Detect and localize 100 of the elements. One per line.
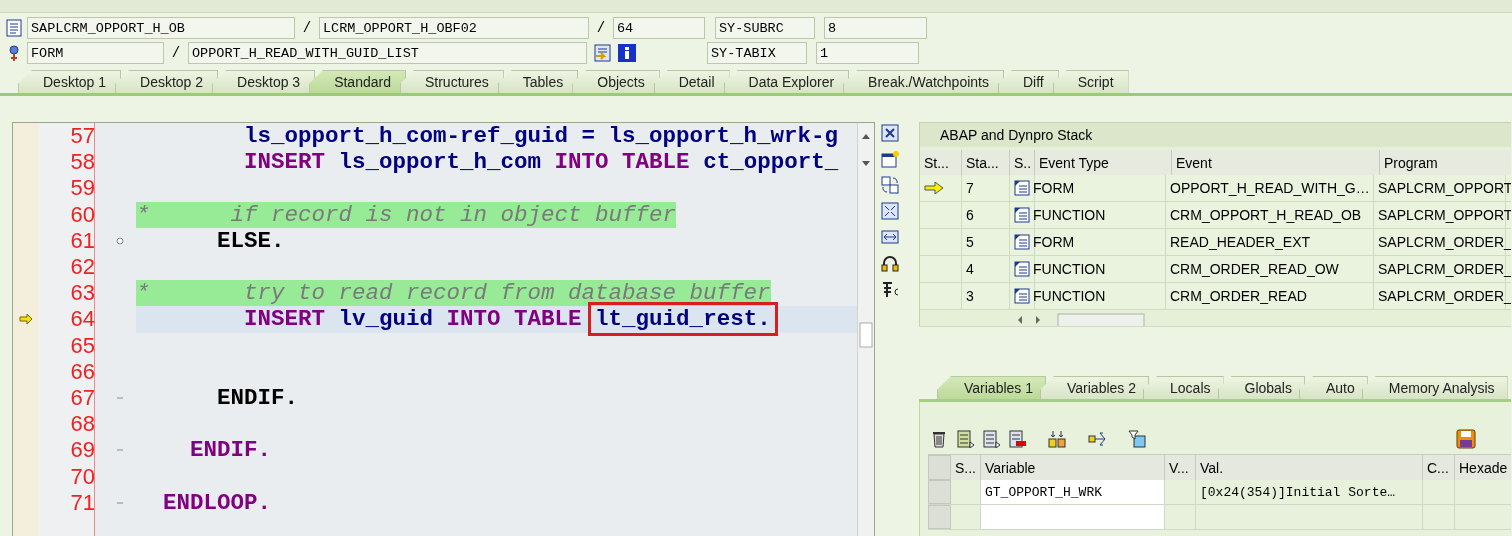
- tab[interactable]: Standard: [309, 70, 406, 93]
- line-number: 67: [70, 384, 95, 411]
- source-code-icon: [1014, 234, 1030, 250]
- system-field-name: SY-SUBRC: [715, 17, 815, 39]
- code-token: ls_opport_h_com: [338, 149, 543, 176]
- line-field: 64: [613, 17, 705, 39]
- tab[interactable]: Desktop 2: [115, 70, 219, 93]
- code-token: ls_opport_h_com-ref_guid = ls_opport_h_wrk-g: [243, 123, 839, 150]
- tab[interactable]: Structures: [399, 70, 504, 93]
- table-cell: FORM: [1033, 234, 1075, 250]
- table-cell: CRM_ORDER_READ_OW: [1170, 261, 1339, 277]
- fit-window-icon[interactable]: [881, 202, 899, 220]
- tab[interactable]: Auto: [1298, 376, 1368, 399]
- table-cell: 3: [966, 288, 974, 304]
- tab[interactable]: Locals: [1143, 376, 1224, 399]
- table-cell: 4: [966, 261, 974, 277]
- code-token: INSERT: [243, 306, 327, 333]
- delete-row-icon[interactable]: [1008, 430, 1026, 448]
- expand-width-icon[interactable]: [881, 228, 899, 246]
- line-number: 61: [70, 227, 95, 254]
- document-icon: [5, 19, 23, 37]
- line-number: 57: [70, 123, 95, 150]
- source-code-icon: [1014, 288, 1030, 304]
- system-field-name: SY-TABIX: [707, 42, 807, 64]
- code-token: ELSE.: [216, 227, 285, 254]
- table-cell: FUNCTION: [1033, 288, 1106, 304]
- sort-icon[interactable]: [1048, 430, 1066, 448]
- column-header[interactable]: C...: [1423, 455, 1455, 480]
- code-token: ENDLOOP.: [162, 489, 272, 516]
- code-token: ct_opport_: [703, 149, 839, 176]
- append-row-icon[interactable]: [982, 430, 1000, 448]
- tab[interactable]: Break./Watchpoints: [843, 70, 1004, 93]
- tab[interactable]: Tables: [497, 70, 579, 93]
- info-icon[interactable]: [617, 43, 637, 63]
- line-number: 63: [70, 280, 95, 307]
- variable-field[interactable]: [981, 505, 1165, 529]
- line-number: 60: [70, 201, 95, 228]
- column-header[interactable]: V...: [1165, 455, 1196, 480]
- save-icon[interactable]: [1456, 429, 1476, 449]
- tab[interactable]: Variables 2: [1040, 376, 1150, 399]
- table-cell: CRM_OPPORT_H_READ_OB: [1170, 207, 1362, 223]
- source-code-icon: [1014, 261, 1030, 277]
- code-comment: * if record is not in object buffer: [136, 201, 677, 228]
- tab[interactable]: Desktop 3: [212, 70, 316, 93]
- column-header[interactable]: Val.: [1196, 455, 1423, 480]
- code-token: lv_guid: [338, 306, 435, 333]
- headset-icon[interactable]: [881, 254, 899, 272]
- code-token: INTO TABLE: [554, 149, 691, 176]
- code-comment: * try to read record from database buffer: [136, 280, 771, 307]
- code-token: ENDIF.: [189, 437, 272, 464]
- table-cell: FUNCTION: [1033, 261, 1106, 277]
- line-number: 68: [70, 411, 95, 438]
- tab[interactable]: Script: [1052, 70, 1129, 93]
- code-token: INTO TABLE: [446, 306, 583, 333]
- tab[interactable]: Objects: [572, 70, 660, 93]
- code-token: ENDIF.: [216, 384, 299, 411]
- include-field: LCRM_OPPORT_H_OBF02: [319, 17, 589, 39]
- table-cell: READ_HEADER_EXT: [1170, 234, 1311, 250]
- system-field-value: 1: [816, 42, 919, 64]
- tab[interactable]: Detail: [653, 70, 730, 93]
- program-field: SAPLCRM_OPPORT_H_OB: [27, 17, 295, 39]
- separator: /: [301, 20, 313, 36]
- delete-icon[interactable]: [930, 430, 948, 448]
- code-token: INSERT: [243, 149, 327, 176]
- horizontal-scrollbar[interactable]: [1016, 312, 1146, 326]
- table-cell: 6: [966, 207, 974, 223]
- line-number: 65: [70, 332, 95, 359]
- event-type-field: FORM: [27, 42, 164, 64]
- tab[interactable]: Variables 1: [937, 376, 1046, 399]
- line-number: 64: [70, 306, 95, 333]
- panel-title: ABAP and Dynpro Stack: [940, 127, 1093, 143]
- table-cell: FUNCTION: [1033, 207, 1106, 223]
- source-code-icon: [1014, 207, 1030, 223]
- table-cell: CRM_ORDER_READ: [1170, 288, 1307, 304]
- separator: /: [595, 20, 607, 36]
- line-number: 70: [70, 463, 95, 490]
- table-cell: 5: [966, 234, 974, 250]
- tab[interactable]: Desktop 1: [18, 70, 122, 93]
- table-cell: OPPORT_H_READ_WITH_G…: [1170, 180, 1370, 196]
- tab[interactable]: Globals: [1217, 376, 1305, 399]
- tab[interactable]: Data Explorer: [723, 70, 850, 93]
- source-code-icon: [1014, 180, 1030, 196]
- line-number: 62: [70, 254, 95, 281]
- value-cell: [0x24(354)]Initial Sorte…: [1200, 484, 1396, 500]
- separator: /: [170, 45, 182, 61]
- line-number: 58: [70, 149, 95, 176]
- filter-icon[interactable]: [1128, 430, 1146, 448]
- hierarchy-icon[interactable]: [1088, 430, 1106, 448]
- table-cell: FORM: [1033, 180, 1075, 196]
- table-cell: 7: [966, 180, 974, 196]
- close-icon[interactable]: [881, 124, 899, 142]
- column-header[interactable]: S...: [951, 455, 981, 480]
- insert-row-icon[interactable]: [956, 430, 974, 448]
- tool-icon[interactable]: [881, 280, 899, 298]
- event-field: OPPORT_H_READ_WITH_GUID_LIST: [188, 42, 587, 64]
- swap-windows-icon[interactable]: [881, 176, 899, 194]
- vertical-scrollbar[interactable]: [857, 123, 874, 536]
- column-header[interactable]: Hexade: [1455, 455, 1511, 480]
- tab[interactable]: Memory Analysis: [1361, 376, 1508, 399]
- new-window-icon[interactable]: [881, 150, 899, 168]
